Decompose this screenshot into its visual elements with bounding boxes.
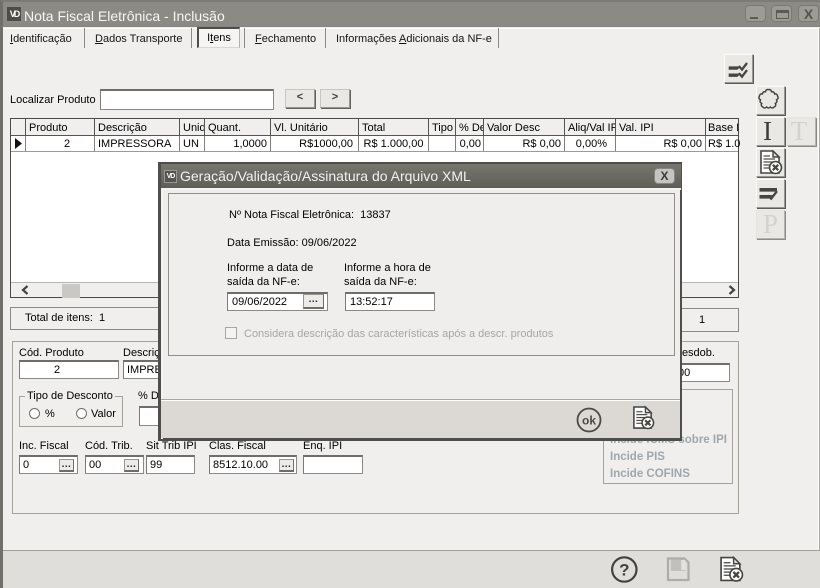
svg-text:?: ? (619, 561, 629, 580)
svg-text:ok: ok (582, 414, 596, 428)
